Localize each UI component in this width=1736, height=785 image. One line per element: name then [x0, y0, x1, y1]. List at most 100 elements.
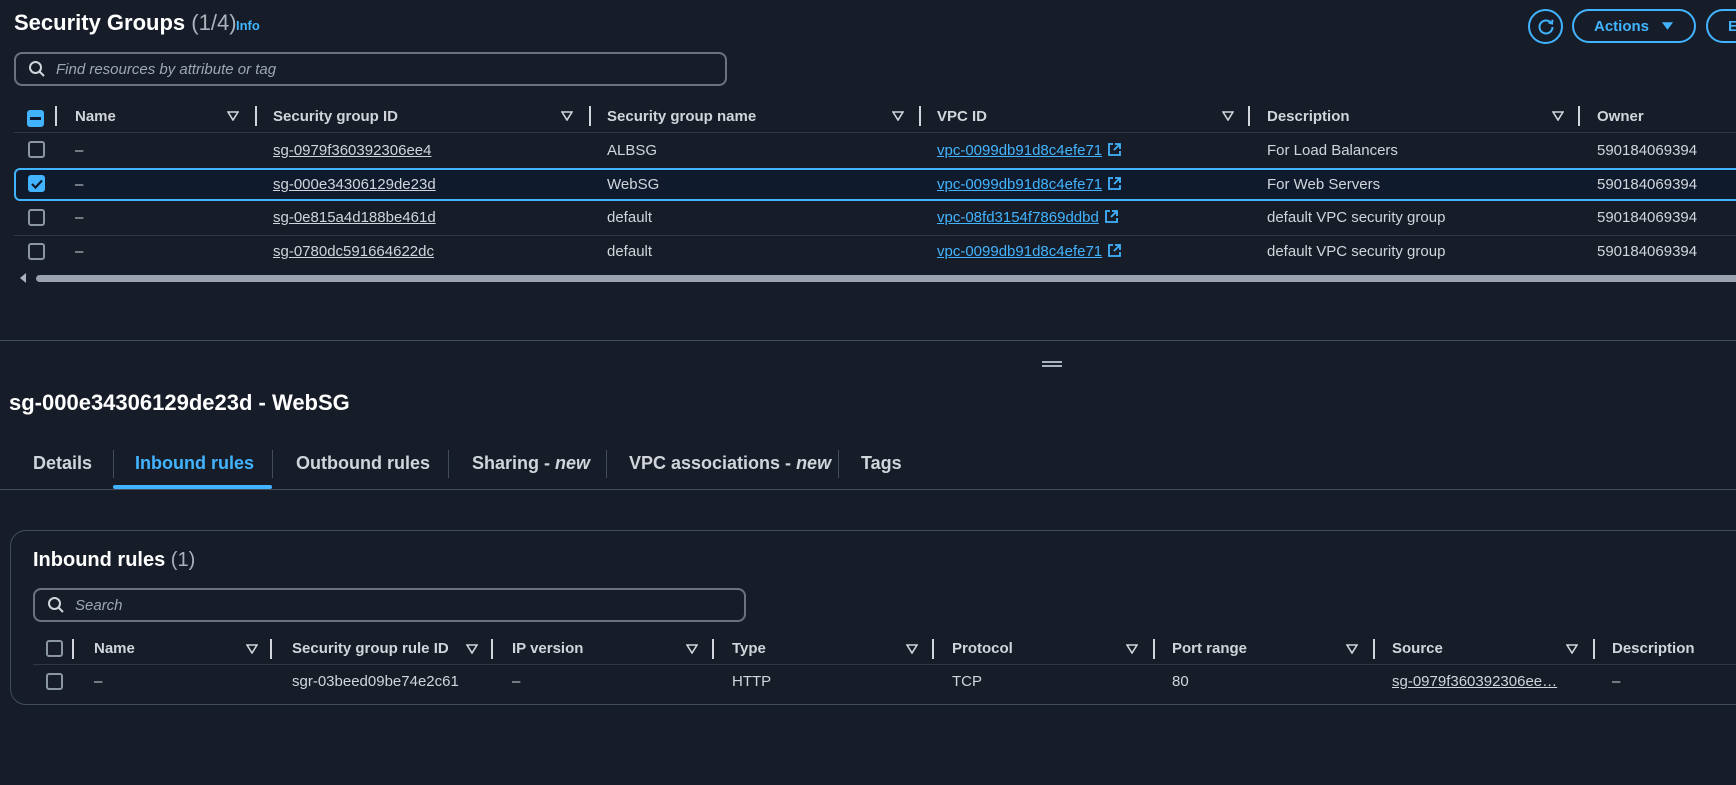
inbound-search-placeholder: Search	[75, 596, 123, 614]
search-icon	[29, 61, 45, 77]
row-name: –	[75, 176, 84, 193]
rule-type: HTTP	[732, 673, 772, 690]
refresh-icon	[1538, 18, 1553, 34]
search-placeholder: Find resources by attribute or tag	[56, 60, 277, 78]
resize-handle-icon[interactable]	[1042, 361, 1062, 367]
inbound-col-ip-version[interactable]: IP version	[512, 640, 583, 657]
sg-name: default	[607, 243, 653, 260]
row-checkbox[interactable]	[28, 175, 45, 193]
col-name[interactable]: Name	[75, 108, 116, 125]
selection-count: (1/4)	[191, 10, 237, 35]
sort-icon[interactable]	[1566, 644, 1578, 654]
tab-inbound-rules[interactable]: Inbound rules	[135, 453, 254, 474]
sort-icon[interactable]	[686, 644, 698, 654]
sg-owner: 590184069394	[1597, 142, 1698, 159]
tab-vpc-associations[interactable]: VPC associations - new	[629, 453, 831, 474]
sg-id-link[interactable]: sg-0780dc591664622dc	[273, 243, 434, 260]
page-title-text: Security Groups	[14, 10, 186, 35]
sg-description: default VPC security group	[1267, 209, 1446, 226]
sg-name: default	[607, 209, 653, 226]
tab-sharing[interactable]: Sharing - new	[472, 453, 590, 474]
vpc-id-link[interactable]: vpc-0099db91d8c4efe71	[937, 243, 1122, 260]
inbound-rules-title: Inbound rules (1)	[33, 549, 196, 571]
refresh-button[interactable]	[1528, 9, 1563, 44]
sg-owner: 590184069394	[1597, 176, 1698, 193]
sort-icon[interactable]	[1552, 111, 1564, 121]
vpc-id-link[interactable]: vpc-08fd3154f7869ddbd	[937, 209, 1119, 226]
sort-icon[interactable]	[227, 111, 239, 121]
sort-icon[interactable]	[1222, 111, 1234, 121]
col-vpc-id[interactable]: VPC ID	[937, 108, 987, 125]
minus-icon	[30, 117, 41, 120]
sg-id-link[interactable]: sg-0e815a4d188be461d	[273, 209, 436, 226]
row-name: –	[75, 209, 84, 226]
next-action-label: E	[1728, 17, 1736, 35]
actions-button[interactable]: Actions	[1572, 9, 1696, 43]
sort-icon[interactable]	[892, 111, 904, 121]
sg-description: For Load Balancers	[1267, 142, 1398, 159]
inbound-col-port-range[interactable]: Port range	[1172, 640, 1247, 657]
scroll-left-icon[interactable]	[18, 272, 28, 284]
rule-id: sgr-03beed09be74e2c61	[292, 673, 459, 690]
inbound-search-input[interactable]: Search	[33, 588, 746, 622]
tabs-divider	[0, 489, 1736, 490]
sg-owner: 590184069394	[1597, 209, 1698, 226]
row-name: –	[75, 243, 84, 260]
external-link-icon	[1104, 210, 1118, 223]
inbound-col-source[interactable]: Source	[1392, 640, 1443, 657]
rule-ip-version: –	[512, 673, 521, 690]
rule-name: –	[94, 673, 103, 690]
page-title: Security Groups (1/4)	[14, 10, 237, 36]
sg-name: ALBSG	[607, 142, 658, 159]
inbound-select-all-checkbox[interactable]	[46, 640, 63, 661]
inbound-col-rule-id[interactable]: Security group rule ID	[292, 640, 449, 657]
rule-port-range: 80	[1172, 673, 1189, 690]
tab-tags[interactable]: Tags	[861, 453, 902, 474]
sort-icon[interactable]	[561, 111, 573, 121]
search-icon	[48, 597, 64, 613]
check-icon	[30, 179, 43, 189]
sort-icon[interactable]	[906, 644, 918, 654]
col-security-group-name[interactable]: Security group name	[607, 108, 756, 125]
row-checkbox[interactable]	[28, 209, 45, 230]
row-name: –	[75, 142, 84, 159]
sort-icon[interactable]	[1346, 644, 1358, 654]
rule-protocol: TCP	[952, 673, 982, 690]
inbound-col-type[interactable]: Type	[732, 640, 766, 657]
inbound-col-description[interactable]: Description	[1612, 640, 1695, 657]
row-checkbox[interactable]	[28, 243, 45, 264]
sort-icon[interactable]	[1126, 644, 1138, 654]
tab-details[interactable]: Details	[33, 453, 92, 474]
sort-icon[interactable]	[246, 644, 258, 654]
external-link-icon	[1108, 177, 1122, 190]
inbound-row-checkbox[interactable]	[46, 673, 63, 694]
col-security-group-id[interactable]: Security group ID	[273, 108, 398, 125]
scrollbar-thumb[interactable]	[36, 275, 1736, 282]
actions-label: Actions	[1594, 17, 1650, 35]
col-description[interactable]: Description	[1267, 108, 1350, 125]
col-owner[interactable]: Owner	[1597, 108, 1644, 125]
inbound-col-protocol[interactable]: Protocol	[952, 640, 1013, 657]
sg-id-link[interactable]: sg-000e34306129de23d	[273, 176, 436, 193]
next-action-button[interactable]: E	[1706, 9, 1736, 43]
horizontal-scrollbar[interactable]	[18, 272, 1736, 284]
search-input[interactable]: Find resources by attribute or tag	[14, 52, 727, 86]
panel-divider	[0, 340, 1736, 341]
detail-title: sg-000e34306129de23d - WebSG	[9, 390, 350, 415]
select-all-checkbox[interactable]	[27, 107, 44, 127]
inbound-col-name[interactable]: Name	[94, 640, 135, 657]
sg-name: WebSG	[607, 176, 660, 193]
vpc-id-link[interactable]: vpc-0099db91d8c4efe71	[937, 142, 1122, 159]
sg-owner: 590184069394	[1597, 243, 1698, 260]
info-link[interactable]: Info	[236, 18, 260, 33]
rule-source-link[interactable]: sg-0979f360392306ee…	[1392, 673, 1557, 690]
external-link-icon	[1108, 143, 1122, 156]
sg-description: default VPC security group	[1267, 243, 1446, 260]
external-link-icon	[1108, 244, 1122, 257]
rule-description: –	[1612, 673, 1621, 690]
row-checkbox[interactable]	[28, 141, 45, 162]
sort-icon[interactable]	[466, 644, 478, 654]
sg-id-link[interactable]: sg-0979f360392306ee4	[273, 142, 431, 159]
vpc-id-link[interactable]: vpc-0099db91d8c4efe71	[937, 176, 1122, 193]
tab-outbound-rules[interactable]: Outbound rules	[296, 453, 430, 474]
